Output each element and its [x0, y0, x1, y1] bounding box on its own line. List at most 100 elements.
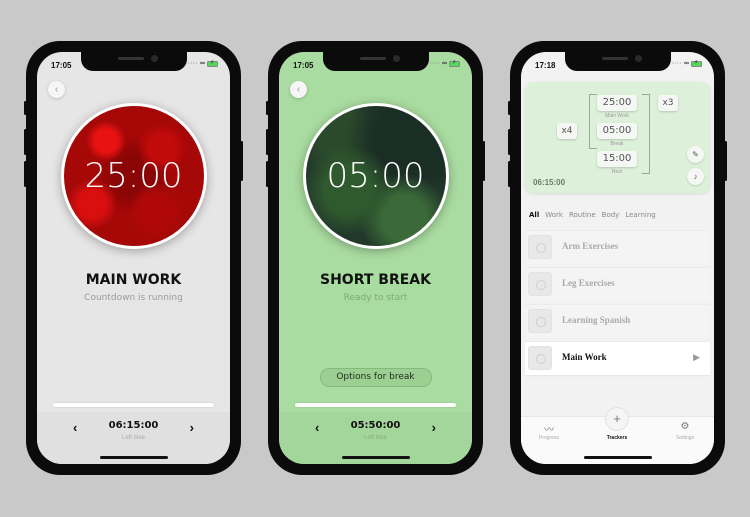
volume-down-button [508, 161, 511, 187]
outer-bracket [589, 94, 597, 149]
screen: 17:05 ····∞ ‹ 25:00 MAIN WORK Countdown … [37, 52, 230, 464]
home-indicator[interactable] [583, 456, 652, 459]
volume-down-button [266, 161, 269, 187]
progress-bar [53, 403, 214, 407]
signal-icon: ···· [430, 60, 440, 67]
power-button [240, 141, 243, 181]
bottom-bar: ‹ 05:50:00 Left time › [279, 412, 472, 464]
battery-icon [449, 59, 460, 67]
signal-icon: ···· [188, 60, 198, 67]
phone-main-work: 17:05 ····∞ ‹ 25:00 MAIN WORK Countdown … [24, 41, 243, 475]
session-status: Ready to start [343, 293, 408, 303]
notch [564, 52, 671, 71]
notch [322, 52, 429, 71]
music-note-icon: ♪ [693, 172, 698, 181]
home-indicator[interactable] [99, 456, 168, 459]
tab-trackers[interactable]: + Trackers [592, 407, 642, 441]
tab-settings[interactable]: ⚙ Settings [660, 421, 710, 441]
session-status: Countdown is running [84, 293, 183, 303]
tracker-item[interactable]: Arm Exercises [525, 230, 710, 264]
mute-switch [24, 101, 27, 115]
left-time-value: 05:50:00 [350, 420, 401, 431]
edit-button[interactable]: ✎ [687, 146, 704, 163]
battery-icon [207, 59, 218, 67]
session-title: SHORT BREAK [320, 272, 431, 288]
back-button[interactable]: ‹ [48, 81, 65, 98]
plan-total-time: 06:15:00 [533, 178, 566, 187]
link-icon: ∞ [442, 60, 447, 67]
power-button [724, 141, 727, 181]
chart-icon: 〰 [544, 425, 554, 436]
session-title: MAIN WORK [85, 272, 182, 288]
tracker-name: Main Work [562, 352, 607, 362]
next-session-button[interactable]: › [432, 420, 436, 435]
tracker-item-active[interactable]: Main Work ▶ [525, 341, 710, 375]
back-button[interactable]: ‹ [290, 81, 307, 98]
step-chip-break[interactable]: 05:00 [597, 123, 637, 139]
sound-button[interactable]: ♪ [687, 168, 704, 185]
step-chip-main-work[interactable]: 25:00 [597, 95, 637, 111]
volume-up-button [508, 129, 511, 155]
tracker-icon [528, 272, 552, 296]
notch [80, 52, 187, 71]
volume-up-button [24, 129, 27, 155]
plus-icon: + [613, 411, 621, 426]
tab-bar: 〰 Progress + Trackers ⚙ Settings [521, 407, 714, 464]
play-icon[interactable]: ▶ [693, 352, 700, 363]
timer-circle[interactable]: 05:00 [302, 103, 449, 249]
link-icon: ∞ [200, 60, 205, 67]
tracker-name: Learning Spanish [562, 315, 631, 325]
power-button [482, 141, 485, 181]
screen: 17:18 ····∞ x4 x3 25:00 Main Work 05:00 … [521, 52, 714, 464]
signal-icon: ···· [672, 60, 682, 67]
status-time: 17:18 [535, 61, 556, 70]
pencil-icon: ✎ [692, 150, 699, 159]
outer-repeat-chip[interactable]: x4 [557, 123, 577, 139]
tracker-name: Leg Exercises [562, 278, 615, 288]
tracker-list: Arm Exercises Leg Exercises Learning Spa… [525, 230, 710, 378]
left-time-label: Left time [121, 435, 145, 441]
tab-progress[interactable]: 〰 Progress [524, 421, 574, 441]
step-label: Rest [611, 169, 623, 175]
battery-icon [691, 59, 702, 67]
status-time: 17:05 [51, 61, 72, 70]
inner-repeat-chip[interactable]: x3 [658, 95, 678, 111]
status-time: 17:05 [293, 61, 314, 70]
tab-label: Progress [538, 435, 559, 441]
step-label: Main Work [605, 113, 629, 119]
mute-switch [266, 101, 269, 115]
options-for-break-button[interactable]: Options for break [319, 368, 432, 387]
left-time-label: Left time [363, 435, 387, 441]
tracker-icon [528, 309, 552, 333]
screen: 17:05 ····∞ ‹ 05:00 SHORT BREAK Ready to… [279, 52, 472, 464]
filter-learning[interactable]: Learning [625, 211, 655, 219]
mute-switch [508, 101, 511, 115]
home-indicator[interactable] [341, 456, 410, 459]
bottom-bar: ‹ 06:15:00 Left time › [37, 412, 230, 464]
inner-bracket [642, 94, 650, 174]
tracker-icon [528, 235, 552, 259]
next-session-button[interactable]: › [190, 420, 194, 435]
timer-value: 25:00 [84, 156, 183, 196]
filter-routine[interactable]: Routine [569, 211, 596, 219]
tracker-name: Arm Exercises [562, 241, 619, 251]
gear-icon: ⚙ [680, 421, 690, 432]
timer-value: 05:00 [326, 156, 425, 196]
volume-down-button [24, 161, 27, 187]
tracker-item[interactable]: Leg Exercises [525, 267, 710, 301]
session-plan-card[interactable]: x4 x3 25:00 Main Work 05:00 Break 15:00 … [525, 82, 710, 193]
link-icon: ∞ [684, 60, 689, 67]
timer-circle[interactable]: 25:00 [60, 103, 207, 249]
filter-all[interactable]: All [529, 211, 539, 219]
phone-short-break: 17:05 ····∞ ‹ 05:00 SHORT BREAK Ready to… [266, 41, 485, 475]
filter-work[interactable]: Work [545, 211, 563, 219]
tab-label: Settings [675, 435, 695, 441]
step-chip-rest[interactable]: 15:00 [597, 151, 637, 167]
add-tracker-button[interactable]: + [605, 407, 629, 431]
filter-tabs: All Work Routine Body Learning [529, 211, 656, 219]
tracker-icon [528, 346, 552, 370]
tracker-item[interactable]: Learning Spanish [525, 304, 710, 338]
progress-bar [295, 403, 456, 407]
filter-body[interactable]: Body [602, 211, 620, 219]
phone-trackers: 17:18 ····∞ x4 x3 25:00 Main Work 05:00 … [508, 41, 727, 475]
